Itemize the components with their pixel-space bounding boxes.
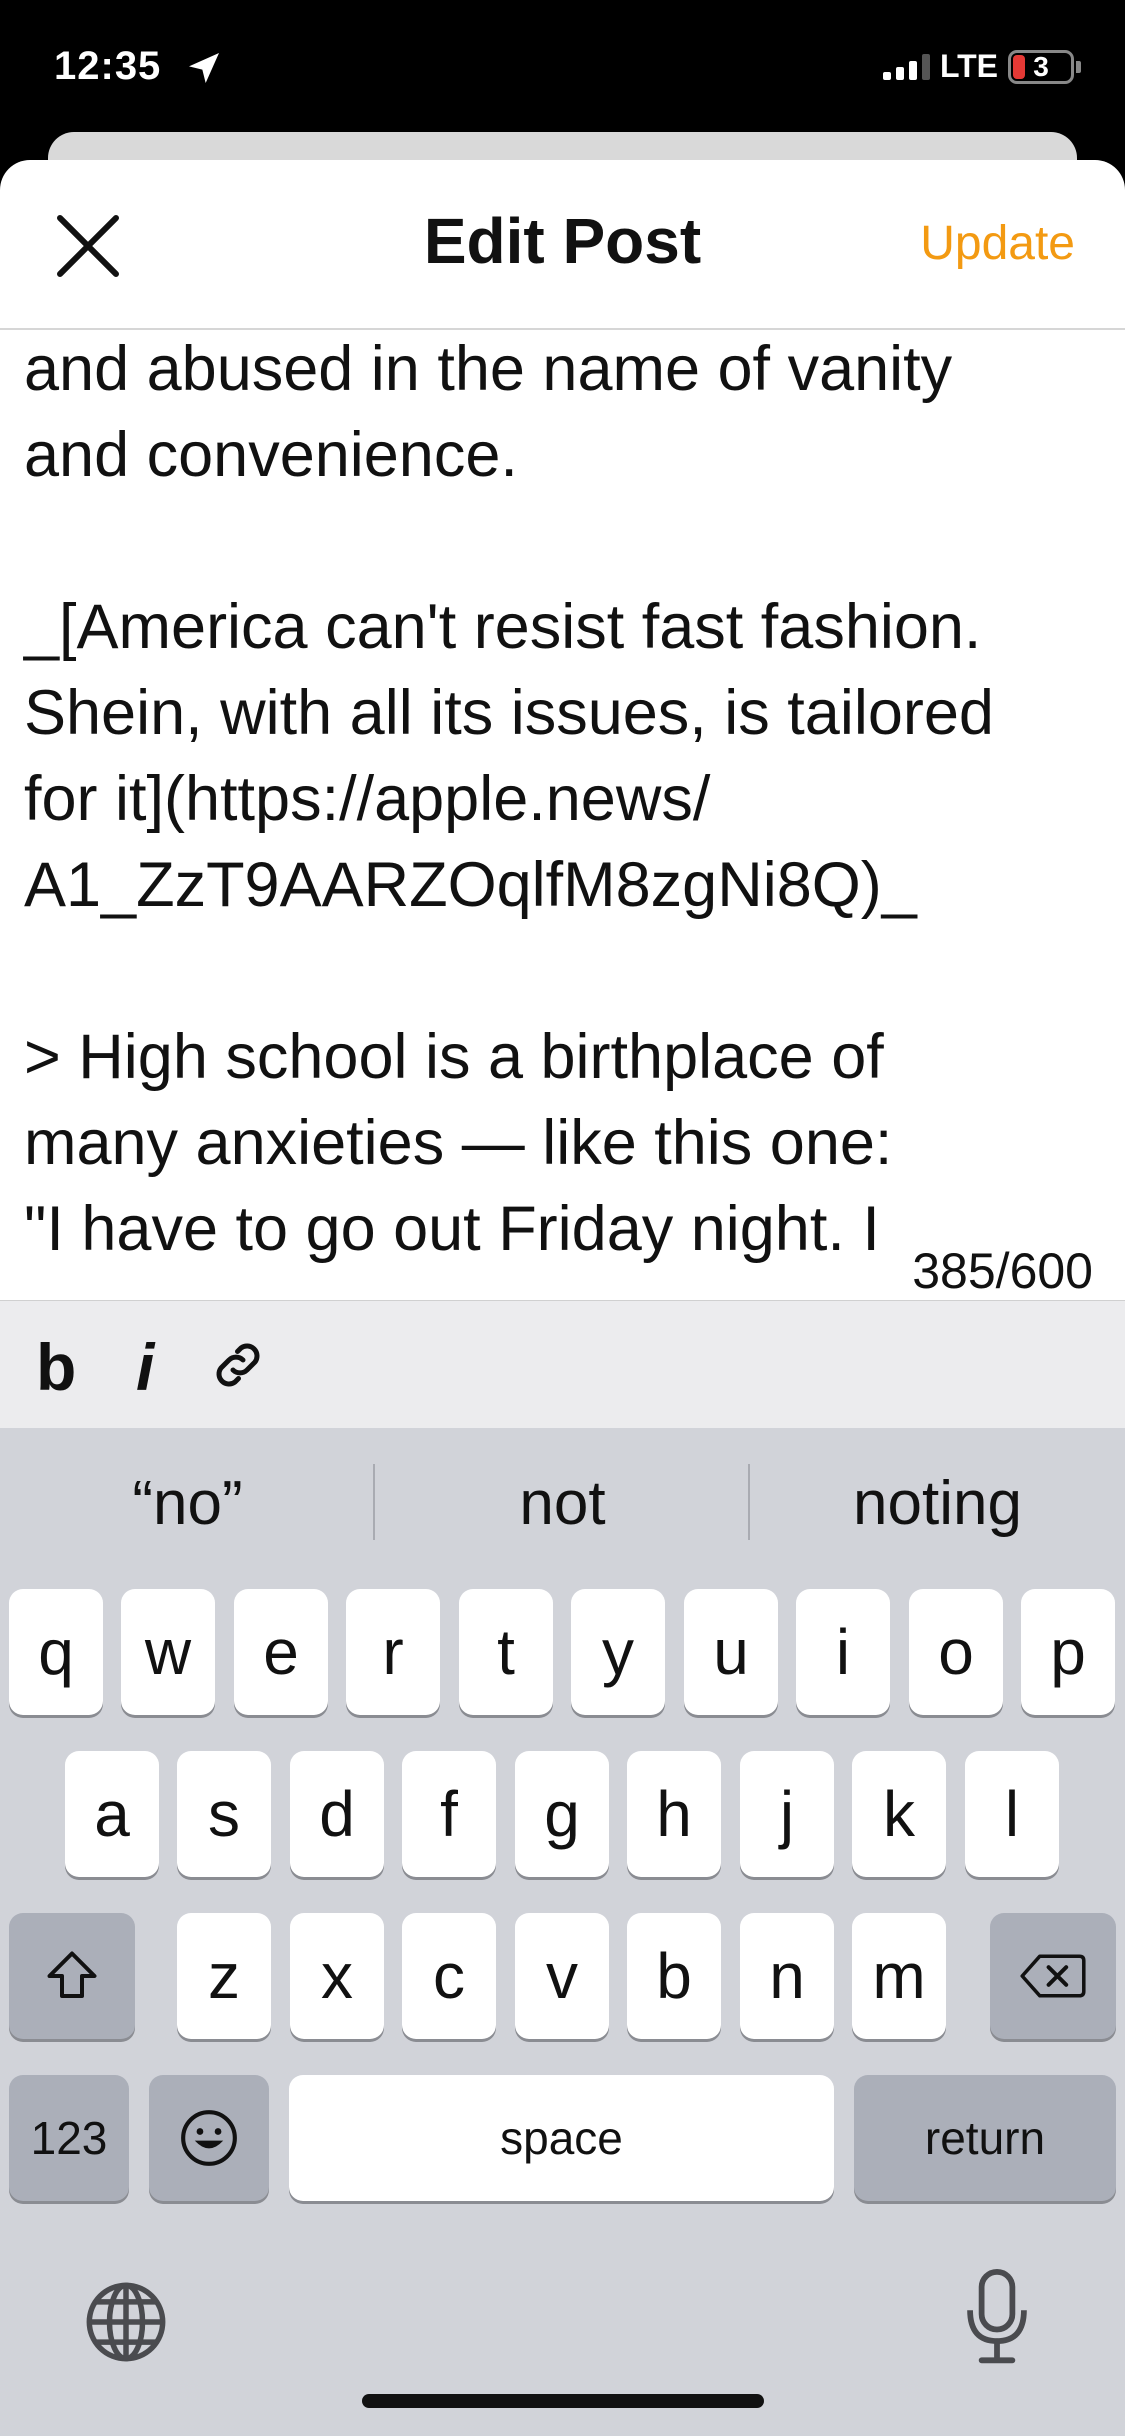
key-x[interactable]: x	[290, 1913, 384, 2039]
key-f[interactable]: f	[402, 1751, 496, 1877]
key-o[interactable]: o	[909, 1589, 1003, 1715]
numbers-key[interactable]: 123	[9, 2075, 129, 2201]
update-button[interactable]: Update	[920, 216, 1075, 271]
suggestion-1[interactable]: “no”	[0, 1468, 375, 1539]
key-u[interactable]: u	[684, 1589, 778, 1715]
italic-button[interactable]: i	[136, 1329, 154, 1405]
battery-tip	[1076, 60, 1081, 73]
emoji-icon	[181, 2110, 237, 2166]
backspace-key[interactable]	[990, 1913, 1116, 2039]
key-h[interactable]: h	[627, 1751, 721, 1877]
post-editor[interactable]: and abused in the name of vanity and con…	[0, 332, 1125, 1302]
key-l[interactable]: l	[965, 1751, 1059, 1877]
key-s[interactable]: s	[177, 1751, 271, 1877]
key-r[interactable]: r	[346, 1589, 440, 1715]
bold-button[interactable]: b	[36, 1329, 76, 1405]
home-indicator	[362, 2394, 764, 2408]
suggestion-2[interactable]: not	[375, 1468, 750, 1539]
format-toolbar: b i	[0, 1300, 1125, 1428]
key-q[interactable]: q	[9, 1589, 103, 1715]
return-key[interactable]: return	[854, 2075, 1116, 2201]
key-g[interactable]: g	[515, 1751, 609, 1877]
key-e[interactable]: e	[234, 1589, 328, 1715]
status-bar: 12:35 LTE 3	[0, 0, 1125, 140]
globe-icon[interactable]	[82, 2278, 170, 2366]
space-key[interactable]: space	[289, 2075, 834, 2201]
key-a[interactable]: a	[65, 1751, 159, 1877]
key-d[interactable]: d	[290, 1751, 384, 1877]
key-v[interactable]: v	[515, 1913, 609, 2039]
key-z[interactable]: z	[177, 1913, 271, 2039]
link-icon[interactable]	[208, 1335, 268, 1395]
post-body-text[interactable]: and abused in the name of vanity and con…	[24, 332, 1114, 1272]
key-w[interactable]: w	[121, 1589, 215, 1715]
nav-bar: Edit Post Update	[0, 160, 1125, 330]
backspace-icon	[1020, 1954, 1086, 1998]
keyboard: “no” not noting q w e r t y u i o p a s …	[0, 1428, 1125, 2436]
location-arrow-icon	[189, 53, 219, 83]
suggestion-3[interactable]: noting	[750, 1468, 1125, 1539]
key-i[interactable]: i	[796, 1589, 890, 1715]
key-p[interactable]: p	[1021, 1589, 1115, 1715]
status-time: 12:35	[54, 44, 162, 88]
key-k[interactable]: k	[852, 1751, 946, 1877]
network-label: LTE	[939, 48, 998, 84]
key-b[interactable]: b	[627, 1913, 721, 2039]
emoji-key[interactable]	[149, 2075, 269, 2201]
battery-level: 3	[1033, 50, 1049, 82]
key-j[interactable]: j	[740, 1751, 834, 1877]
key-m[interactable]: m	[852, 1913, 946, 2039]
status-indicators: LTE 3	[882, 48, 1081, 85]
signal-icon	[882, 53, 930, 80]
shift-icon	[47, 1951, 97, 1998]
suggestion-bar: “no” not noting	[0, 1428, 1125, 1578]
microphone-icon[interactable]	[962, 2268, 1032, 2368]
character-counter: 385/600	[912, 1243, 1093, 1299]
key-n[interactable]: n	[740, 1913, 834, 2039]
shift-key[interactable]	[9, 1913, 135, 2039]
key-t[interactable]: t	[459, 1589, 553, 1715]
key-c[interactable]: c	[402, 1913, 496, 2039]
key-y[interactable]: y	[571, 1589, 665, 1715]
battery-icon: 3	[1008, 49, 1074, 84]
